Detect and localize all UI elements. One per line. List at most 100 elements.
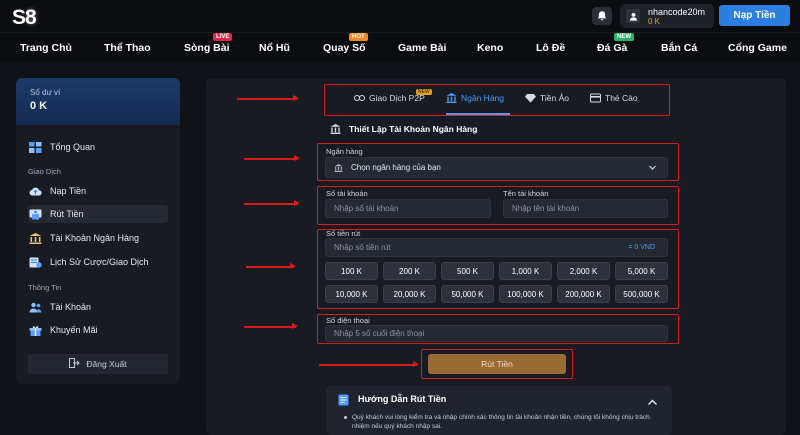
sidebar-item-bank-account[interactable]: Tài Khoản Ngân Hàng bbox=[28, 229, 168, 247]
user-group-icon bbox=[28, 301, 42, 313]
user-box[interactable]: nhancode20m 0 K bbox=[620, 4, 714, 28]
nav-label: Quay Số bbox=[323, 42, 366, 54]
bank-icon bbox=[28, 232, 42, 244]
withdraw-guide[interactable]: Hướng Dẫn Rút Tiền Quý khách vui lòng ki… bbox=[326, 386, 672, 435]
bank-select[interactable]: Chọn ngân hàng của bạn bbox=[325, 157, 668, 178]
amount-placeholder: Nhập số tiền rút bbox=[334, 243, 391, 252]
main-nav: Trang Chủ Thể Thao LIVE Sòng Bài Nổ Hũ HO… bbox=[0, 32, 800, 62]
amount-chip[interactable]: 10,000 K bbox=[325, 285, 378, 303]
chevron-down-icon bbox=[648, 163, 657, 174]
header-balance: 0 K bbox=[648, 17, 661, 26]
nav-item-keno[interactable]: Keno bbox=[477, 42, 503, 54]
nav-item-card-games[interactable]: Game Bài bbox=[398, 42, 446, 54]
amount-chip[interactable]: 100,000 K bbox=[499, 285, 552, 303]
sidebar-item-label: Tài Khoản Ngân Hàng bbox=[50, 233, 140, 243]
history-icon bbox=[28, 256, 42, 268]
account-number-input[interactable]: Nhập số tài khoản bbox=[325, 199, 491, 218]
section-info: Thông Tin bbox=[28, 283, 62, 292]
deposit-button[interactable]: Nạp Tiền bbox=[719, 5, 790, 26]
account-number-placeholder: Nhập số tài khoản bbox=[334, 204, 399, 213]
new-badge: NEW bbox=[614, 33, 634, 41]
account-name-input[interactable]: Nhập tên tài khoản bbox=[503, 199, 668, 218]
nav-item-slots[interactable]: Nổ Hũ bbox=[259, 42, 290, 54]
withdraw-submit-button[interactable]: Rút Tiền bbox=[428, 354, 566, 374]
username: nhancode20m bbox=[648, 7, 706, 17]
nav-label: Game Bài bbox=[398, 42, 447, 54]
form-title: Thiết Lập Tài Khoản Ngân Hàng bbox=[330, 124, 477, 134]
nav-item-game-portal[interactable]: Cổng Game bbox=[728, 42, 787, 54]
wallet-balance-value: 0 K bbox=[30, 100, 48, 112]
sidebar-item-account[interactable]: Tài Khoản bbox=[28, 298, 168, 316]
nav-label: Thể Thao bbox=[104, 42, 151, 54]
account-sidebar: Số dư ví 0 K Tổng Quan Giao Dịch Nạp Tiề… bbox=[16, 78, 180, 384]
amount-chip[interactable]: 500,000 K bbox=[615, 285, 668, 303]
sidebar-item-label: Tổng Quan bbox=[50, 142, 96, 152]
live-badge: LIVE bbox=[213, 33, 233, 41]
sidebar-item-promo[interactable]: Khuyến Mãi bbox=[28, 321, 168, 339]
bell-icon bbox=[597, 11, 607, 21]
phone-label: Số điện thoại bbox=[326, 316, 370, 325]
document-icon bbox=[338, 393, 349, 411]
amount-chip[interactable]: 1,000 K bbox=[499, 262, 552, 280]
wallet-balance-card: Số dư ví 0 K bbox=[16, 78, 180, 125]
amount-input[interactable]: Nhập số tiền rút = 0 VND bbox=[325, 238, 668, 257]
nav-item-lode[interactable]: Lô Đề bbox=[536, 42, 565, 54]
bank-label: Ngân hàng bbox=[326, 147, 363, 156]
arrow-annotation bbox=[237, 95, 299, 101]
bullet bbox=[344, 416, 347, 419]
account-name-label: Tên tài khoản bbox=[503, 189, 549, 198]
nav-label: Cổng Game bbox=[728, 42, 787, 54]
sidebar-item-deposit[interactable]: Nạp Tiền bbox=[28, 182, 168, 200]
sidebar-item-label: Rút Tiền bbox=[50, 209, 84, 219]
logo[interactable]: S8 bbox=[12, 6, 48, 29]
sidebar-item-label: Lịch Sử Cược/Giao Dịch bbox=[50, 257, 149, 267]
card-icon bbox=[590, 93, 601, 103]
tab-p2p[interactable]: Giao Dịch P2P bbox=[354, 93, 425, 103]
amount-chip[interactable]: 50,000 K bbox=[441, 285, 494, 303]
hot-badge: HOT bbox=[349, 33, 368, 41]
active-tab-underline bbox=[446, 113, 510, 115]
sidebar-item-label: Khuyến Mãi bbox=[50, 325, 98, 335]
logout-icon bbox=[69, 358, 81, 370]
guide-text: Quý khách vui lòng kiểm tra và nhập chín… bbox=[352, 414, 650, 430]
chevron-up-icon[interactable] bbox=[647, 394, 658, 412]
amount-conversion: = 0 VND bbox=[628, 244, 655, 251]
amount-chip[interactable]: 5,000 K bbox=[615, 262, 668, 280]
amount-chip[interactable]: 200 K bbox=[383, 262, 436, 280]
arrow-annotation bbox=[244, 155, 300, 161]
notification-button[interactable] bbox=[592, 7, 612, 25]
amount-chip[interactable]: 20,000 K bbox=[383, 285, 436, 303]
amount-chip[interactable]: 500 K bbox=[441, 262, 494, 280]
nav-item-home[interactable]: Trang Chủ bbox=[20, 42, 72, 54]
sidebar-item-overview[interactable]: Tổng Quan bbox=[28, 138, 168, 156]
nav-item-casino[interactable]: LIVE Sòng Bài bbox=[184, 33, 233, 54]
amount-chip[interactable]: 2,000 K bbox=[557, 262, 610, 280]
nav-item-cockfight[interactable]: NEW Đá Gà bbox=[597, 33, 634, 54]
tab-crypto[interactable]: Tiền Ảo bbox=[525, 93, 569, 103]
sidebar-item-withdraw[interactable]: Rút Tiền bbox=[28, 205, 168, 223]
nav-item-fishing[interactable]: Bắn Cá bbox=[661, 42, 697, 54]
sidebar-item-history[interactable]: Lịch Sử Cược/Giao Dịch bbox=[28, 253, 168, 271]
nav-item-sports[interactable]: Thể Thao bbox=[104, 42, 151, 54]
tab-card[interactable]: Thẻ Cào bbox=[590, 93, 638, 103]
nav-label: Sòng Bài bbox=[184, 42, 230, 54]
phone-input[interactable]: Nhập 5 số cuối điện thoại bbox=[325, 325, 668, 342]
nav-label: Đá Gà bbox=[597, 42, 628, 54]
top-bar: S8 nhancode20m 0 K Nạp Tiền bbox=[0, 0, 800, 32]
bank-select-value: Chọn ngân hàng của bạn bbox=[351, 163, 441, 172]
amount-chip[interactable]: 100 K bbox=[325, 262, 378, 280]
form-title-text: Thiết Lập Tài Khoản Ngân Hàng bbox=[349, 124, 478, 134]
tab-new-badge: NEW bbox=[416, 89, 432, 95]
nav-label: Keno bbox=[477, 42, 504, 54]
atm-icon bbox=[28, 208, 42, 220]
amount-chip[interactable]: 200,000 K bbox=[557, 285, 610, 303]
nav-item-lottery[interactable]: HOT Quay Số bbox=[323, 33, 368, 54]
sidebar-item-label: Nạp Tiền bbox=[50, 186, 87, 196]
cloud-upload-icon bbox=[28, 185, 42, 197]
tab-label: Ngân Hàng bbox=[461, 93, 505, 103]
wallet-balance-label: Số dư ví bbox=[30, 88, 61, 97]
tab-bank[interactable]: Ngân Hàng bbox=[446, 93, 504, 103]
dashboard-icon bbox=[28, 141, 42, 153]
amount-label: Số tiền rút bbox=[326, 229, 361, 238]
logout-button[interactable]: Đăng Xuất bbox=[28, 354, 168, 374]
